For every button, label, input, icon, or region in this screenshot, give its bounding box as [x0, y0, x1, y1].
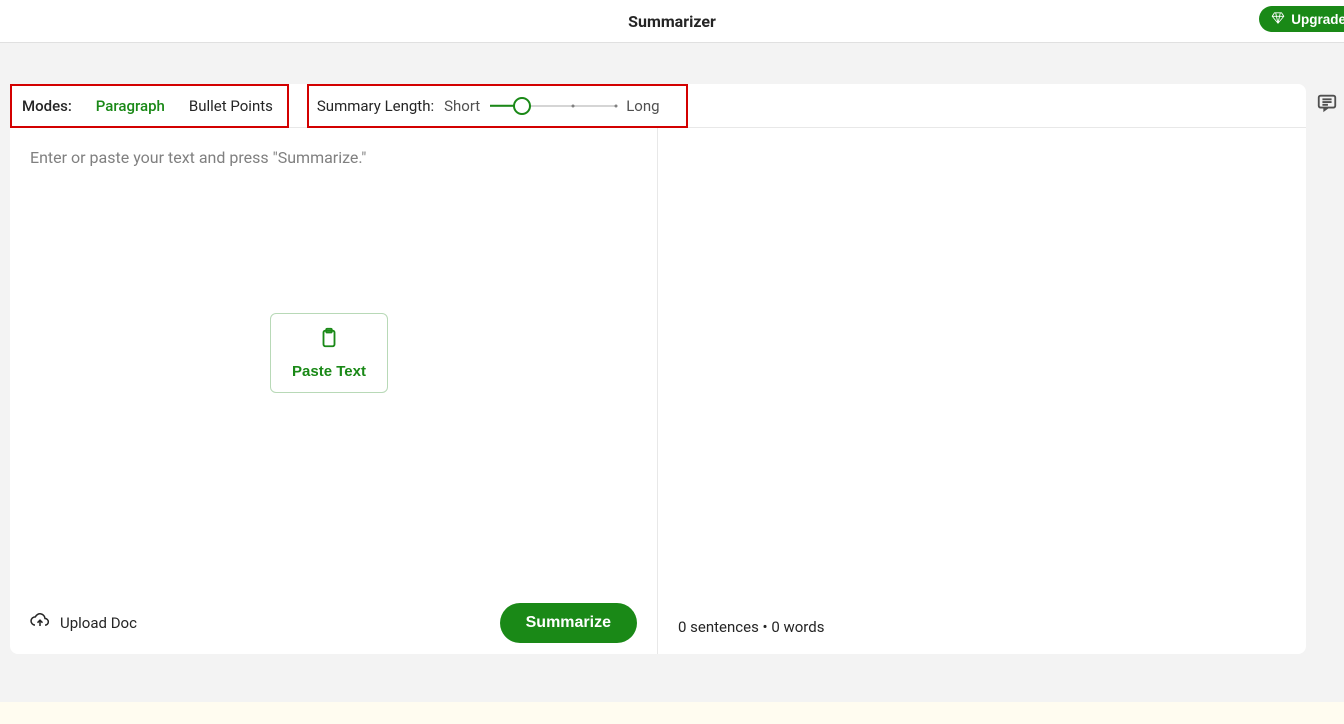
diamond-icon — [1271, 11, 1285, 28]
output-pane: 0 sentences • 0 words — [658, 128, 1306, 654]
content-split: Enter or paste your text and press "Summ… — [10, 128, 1306, 654]
summarizer-card: Modes: Paragraph Bullet Points Summary L… — [10, 84, 1306, 654]
paste-text-button[interactable]: Paste Text — [270, 313, 388, 393]
feedback-icon[interactable] — [1316, 92, 1338, 114]
page-title: Summarizer — [628, 12, 716, 31]
cloud-upload-icon — [30, 613, 50, 633]
paste-text-label: Paste Text — [292, 363, 366, 380]
slider-tick — [615, 104, 618, 107]
slider-tick — [572, 104, 575, 107]
mode-bulletpoints[interactable]: Bullet Points — [189, 97, 273, 115]
input-placeholder: Enter or paste your text and press "Summ… — [30, 148, 366, 167]
toolbar: Modes: Paragraph Bullet Points Summary L… — [10, 84, 1306, 128]
upload-doc-button[interactable]: Upload Doc — [30, 613, 137, 633]
mode-paragraph[interactable]: Paragraph — [96, 97, 165, 115]
clipboard-icon — [318, 327, 340, 353]
upload-doc-label: Upload Doc — [60, 614, 137, 632]
output-counts: 0 sentences • 0 words — [678, 618, 824, 636]
slider-thumb[interactable] — [513, 97, 531, 115]
summary-length-label: Summary Length: — [317, 97, 434, 115]
input-footer: Upload Doc Summarize — [10, 592, 657, 654]
summarize-button[interactable]: Summarize — [500, 603, 637, 643]
upgrade-button[interactable]: Upgrade — [1259, 6, 1344, 32]
input-pane: Enter or paste your text and press "Summ… — [10, 128, 658, 654]
upgrade-label: Upgrade — [1291, 12, 1344, 27]
modes-label: Modes: — [22, 97, 72, 115]
modes-selector-highlight: Modes: Paragraph Bullet Points — [10, 84, 289, 128]
summary-length-slider[interactable] — [490, 98, 616, 114]
summary-length-highlight: Summary Length: Short Long — [307, 84, 688, 128]
app-header: Summarizer Upgrade — [0, 0, 1344, 43]
footer-band — [0, 702, 1344, 724]
summary-length-short-label: Short — [444, 97, 480, 115]
text-input-area[interactable]: Enter or paste your text and press "Summ… — [10, 128, 657, 592]
summary-length-long-label: Long — [626, 97, 659, 115]
